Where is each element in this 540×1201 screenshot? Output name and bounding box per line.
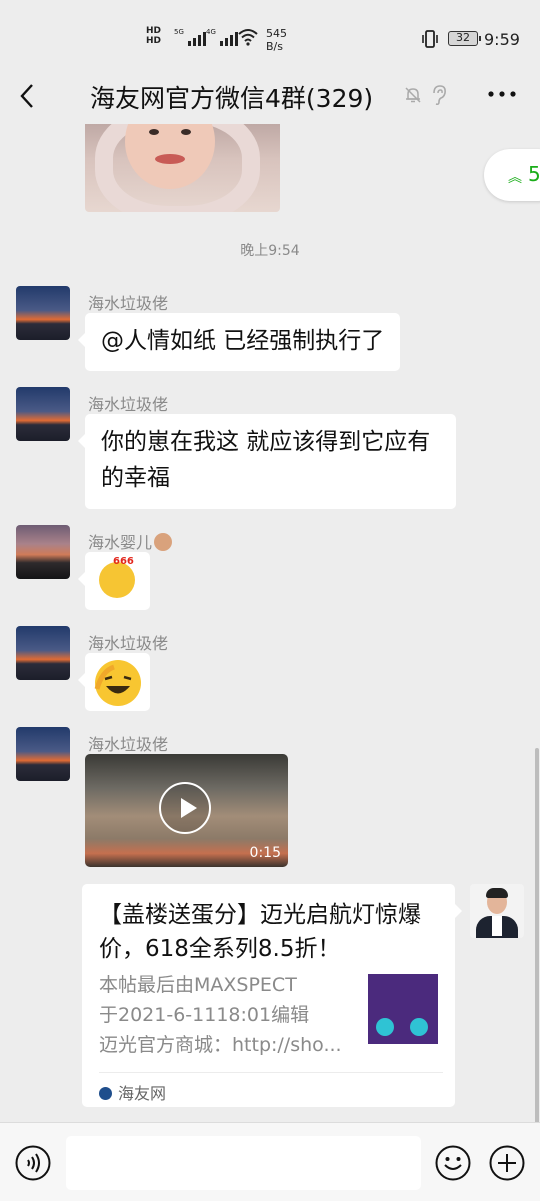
speed-unit: B/s [266, 40, 283, 53]
clock: 9:59 [484, 30, 520, 49]
avatar[interactable] [16, 626, 70, 680]
message-input[interactable] [66, 1136, 421, 1190]
avatar[interactable] [16, 387, 70, 441]
emoji-icon[interactable] [435, 1145, 471, 1181]
laughing-face-icon [94, 660, 141, 706]
avatar[interactable] [16, 286, 70, 340]
chat-title: 海友网官方微信4群(329) [90, 84, 374, 113]
hd-label-1: HD [146, 26, 162, 36]
network-speed: 545 B/s [266, 27, 287, 53]
sender-name: 海水垃圾佬 [88, 735, 169, 754]
my-avatar[interactable] [470, 884, 524, 938]
signal-5g-icon: 5G [174, 28, 206, 46]
video-duration: 0:15 [249, 845, 281, 861]
link-card-desc-line: 迈光官方商城：http://sho... [99, 1034, 342, 1056]
sender-name: 海水婴儿 [88, 529, 173, 553]
link-card-desc-line: 本帖最后由MAXSPECT [99, 974, 297, 996]
hd-indicator: HD HD [146, 26, 161, 46]
sender-name: 海水垃圾佬 [88, 395, 169, 414]
hd-label-2: HD [146, 36, 162, 46]
link-card-thumbnail [368, 974, 438, 1044]
message-timestamp: 晚上9:54 [240, 243, 300, 259]
source-logo-icon [99, 1087, 112, 1100]
plus-icon[interactable] [489, 1145, 525, 1181]
play-icon[interactable] [159, 782, 211, 834]
video-message[interactable]: 0:15 [85, 754, 288, 867]
sender-name-text: 海水婴儿 [88, 533, 153, 552]
text-message[interactable]: @人情如纸 已经强制执行了 [77, 313, 401, 371]
unread-jump-button[interactable]: ︽ 5 [484, 149, 540, 201]
sticker-message[interactable]: 666 [78, 552, 150, 610]
status-bar: HD HD 5G 4G 545 B/s 32 9:59 [0, 0, 540, 70]
unread-count: 5 [528, 162, 540, 186]
link-card-title: 【盖楼送蛋分】迈光启航灯惊爆价，618全系列8.5折！ [99, 902, 421, 962]
scrollbar[interactable] [535, 748, 539, 1122]
link-card-desc-line: 于2021-6-1118:01编辑 [99, 1004, 310, 1026]
vibrate-icon [422, 30, 438, 48]
signal-4g-icon: 4G [206, 28, 238, 46]
link-card-source: 海友网 [99, 1080, 166, 1104]
voice-icon[interactable] [15, 1145, 51, 1181]
wifi-icon [238, 29, 258, 46]
battery-icon: 32 [448, 31, 481, 46]
more-icon[interactable] [486, 84, 518, 104]
back-arrow-icon[interactable] [14, 81, 44, 111]
sticker-text: 666 [113, 556, 134, 567]
double-chevron-up-icon: ︽ [508, 170, 522, 186]
image-message[interactable] [85, 124, 280, 212]
baby-face-icon [154, 533, 173, 551]
mute-bell-icon [405, 87, 421, 103]
speed-value: 545 [266, 27, 287, 40]
chat-messages[interactable]: ︽ 5 晚上9:54 海水垃圾佬 @人情如纸 已经强制执行了 海水垃圾佬 你的崽… [0, 124, 540, 1122]
link-card-description: 本帖最后由MAXSPECT 于2021-6-1118:01编辑 迈光官方商城：h… [99, 970, 359, 1060]
thinking-face-icon [99, 562, 135, 598]
avatar[interactable] [16, 727, 70, 781]
earpiece-icon [433, 85, 446, 106]
chat-header: 海友网官方微信4群(329) [0, 70, 540, 124]
link-card-source-name: 海友网 [118, 1084, 167, 1103]
avatar[interactable] [16, 525, 70, 579]
net-label-4g: 4G [206, 28, 216, 36]
net-label-5g: 5G [174, 28, 184, 36]
link-card-message[interactable]: 【盖楼送蛋分】迈光启航灯惊爆价，618全系列8.5折！ 本帖最后由MAXSPEC… [82, 884, 462, 1107]
divider [99, 1072, 443, 1073]
sender-name: 海水垃圾佬 [88, 634, 169, 653]
sender-name: 海水垃圾佬 [88, 294, 169, 313]
text-message[interactable]: 你的崽在我这 就应该得到它应有的幸福 [78, 414, 456, 509]
sticker-message[interactable] [78, 653, 150, 711]
input-bar [0, 1122, 540, 1201]
